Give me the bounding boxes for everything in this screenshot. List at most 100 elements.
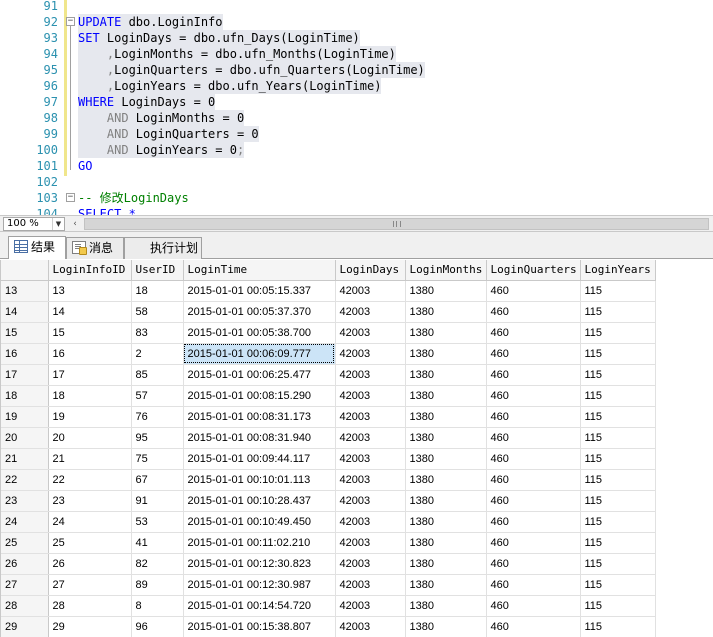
grid-cell[interactable]: 115 (580, 616, 656, 637)
table-row[interactable]: 21 21 75 2015-01-01 00:09:44.117 42003 1380 46… (1, 448, 656, 470)
grid-cell[interactable]: 460 (486, 511, 581, 533)
table-row[interactable]: 26 26 82 2015-01-01 00:12:30.823 42003 1380 46… (1, 553, 656, 575)
grid-cell[interactable]: 57 (131, 385, 184, 407)
row-number[interactable]: 25 (1, 532, 49, 554)
code-line[interactable]: 102 (0, 174, 713, 190)
row-number[interactable]: 27 (1, 574, 49, 596)
row-number[interactable]: 23 (1, 490, 49, 512)
code-line[interactable]: 97 WHERE LoginDays = 0 (0, 94, 713, 110)
code-line[interactable]: 96 ,LoginYears = dbo.ufn_Years(LoginTime… (0, 78, 713, 94)
horizontal-scrollbar[interactable]: ‹ (68, 217, 711, 231)
grid-cell[interactable]: 26 (48, 553, 132, 575)
grid-cell[interactable]: 42003 (335, 574, 406, 596)
grid-cell[interactable]: 19 (48, 406, 132, 428)
row-number[interactable]: 22 (1, 469, 49, 491)
grid-cell[interactable]: 2015-01-01 00:08:31.173 (183, 406, 336, 428)
grid-cell[interactable]: 27 (48, 574, 132, 596)
grid-cell[interactable]: 42003 (335, 322, 406, 344)
grid-cell[interactable]: 1380 (405, 469, 487, 491)
grid-cell[interactable]: 1380 (405, 364, 487, 386)
grid-cell[interactable]: 115 (580, 574, 656, 596)
tab-results[interactable]: 结果 (8, 236, 66, 259)
grid-cell[interactable]: 1380 (405, 385, 487, 407)
tab-messages[interactable]: 消息 (66, 237, 124, 259)
grid-cell[interactable]: 460 (486, 553, 581, 575)
grid-cell[interactable]: 25 (48, 532, 132, 554)
grid-cell[interactable]: 2015-01-01 00:10:28.437 (183, 490, 336, 512)
grid-cell[interactable]: 53 (131, 511, 184, 533)
grid-cell[interactable]: 2015-01-01 00:12:30.987 (183, 574, 336, 596)
grid-cell[interactable]: 115 (580, 553, 656, 575)
code-line[interactable]: 101 GO (0, 158, 713, 174)
sql-editor[interactable]: 91 92− UPDATE dbo.LoginInfo 93 SET LoginDays… (0, 0, 713, 215)
grid-cell[interactable]: 1380 (405, 511, 487, 533)
grid-cell[interactable]: 460 (486, 532, 581, 554)
grid-cell[interactable]: 460 (486, 574, 581, 596)
grid-cell[interactable]: 2015-01-01 00:15:38.807 (183, 616, 336, 637)
grid-cell[interactable]: 115 (580, 595, 656, 617)
table-row[interactable]: 20 20 95 2015-01-01 00:08:31.940 42003 1380 46… (1, 427, 656, 449)
row-number[interactable]: 29 (1, 616, 49, 637)
grid-cell[interactable]: 115 (580, 511, 656, 533)
column-header[interactable]: LoginMonths (405, 260, 487, 281)
table-row[interactable]: 18 18 57 2015-01-01 00:08:15.290 42003 1380 46… (1, 385, 656, 407)
grid-cell[interactable]: 42003 (335, 532, 406, 554)
grid-cell[interactable]: 42003 (335, 406, 406, 428)
grid-cell[interactable]: 1380 (405, 343, 487, 365)
grid-cell[interactable]: 2015-01-01 00:05:37.370 (183, 301, 336, 323)
grid-cell[interactable]: 18 (131, 280, 184, 302)
grid-cell[interactable]: 23 (48, 490, 132, 512)
collapse-icon[interactable]: − (66, 17, 75, 26)
tab-execution-plan[interactable]: 执行计划 (124, 237, 202, 259)
grid-cell[interactable]: 14 (48, 301, 132, 323)
table-row[interactable]: 13 13 18 2015-01-01 00:05:15.337 42003 1380 46… (1, 280, 656, 302)
grid-cell[interactable]: 76 (131, 406, 184, 428)
table-row[interactable]: 22 22 67 2015-01-01 00:10:01.113 42003 1380 46… (1, 469, 656, 491)
grid-cell[interactable]: 67 (131, 469, 184, 491)
grid-cell[interactable]: 28 (48, 595, 132, 617)
grid-cell[interactable]: 1380 (405, 532, 487, 554)
grid-cell[interactable]: 42003 (335, 385, 406, 407)
code-line[interactable]: 94 ,LoginMonths = dbo.ufn_Months(LoginTi… (0, 46, 713, 62)
row-number[interactable]: 14 (1, 301, 49, 323)
row-number[interactable]: 24 (1, 511, 49, 533)
grid-cell[interactable]: 2015-01-01 00:05:15.337 (183, 280, 336, 302)
grid-cell[interactable]: 460 (486, 490, 581, 512)
grid-cell[interactable]: 22 (48, 469, 132, 491)
grid-cell[interactable]: 115 (580, 301, 656, 323)
row-number[interactable]: 13 (1, 280, 49, 302)
grid-cell[interactable]: 21 (48, 448, 132, 470)
table-row[interactable]: 19 19 76 2015-01-01 00:08:31.173 42003 1380 46… (1, 406, 656, 428)
grid-cell[interactable]: 58 (131, 301, 184, 323)
row-number[interactable]: 16 (1, 343, 49, 365)
grid-cell[interactable]: 29 (48, 616, 132, 637)
code-line[interactable]: 104 SELECT * (0, 206, 713, 215)
grid-cell[interactable]: 1380 (405, 427, 487, 449)
code-line[interactable]: 92− UPDATE dbo.LoginInfo (0, 14, 713, 30)
grid-cell[interactable]: 460 (486, 469, 581, 491)
column-header[interactable]: LoginDays (335, 260, 406, 281)
table-row[interactable]: 27 27 89 2015-01-01 00:12:30.987 42003 1380 46… (1, 574, 656, 596)
grid-cell[interactable]: 83 (131, 322, 184, 344)
code-line[interactable]: 100 AND LoginYears = 0; (0, 142, 713, 158)
grid-cell[interactable]: 42003 (335, 490, 406, 512)
grid-cell[interactable]: 2 (131, 343, 184, 365)
code-line[interactable]: 91 (0, 0, 713, 14)
grid-cell[interactable]: 460 (486, 385, 581, 407)
grid-cell[interactable]: 460 (486, 364, 581, 386)
column-header[interactable]: LoginInfoID (48, 260, 132, 281)
results-grid[interactable]: LoginInfoID UserID LoginTime LoginDays Login… (0, 260, 713, 637)
grid-cell[interactable]: 42003 (335, 511, 406, 533)
grid-cell[interactable]: 42003 (335, 280, 406, 302)
code-line[interactable]: 98 AND LoginMonths = 0 (0, 110, 713, 126)
grid-cell[interactable]: 2015-01-01 00:10:49.450 (183, 511, 336, 533)
row-number[interactable]: 26 (1, 553, 49, 575)
column-header[interactable]: UserID (131, 260, 184, 281)
grid-cell[interactable]: 18 (48, 385, 132, 407)
grid-cell[interactable]: 1380 (405, 553, 487, 575)
table-row[interactable]: 14 14 58 2015-01-01 00:05:37.370 42003 1380 46… (1, 301, 656, 323)
row-number[interactable]: 18 (1, 385, 49, 407)
grid-cell[interactable]: 1380 (405, 574, 487, 596)
grid-cell[interactable]: 1380 (405, 406, 487, 428)
grid-cell[interactable]: 115 (580, 364, 656, 386)
